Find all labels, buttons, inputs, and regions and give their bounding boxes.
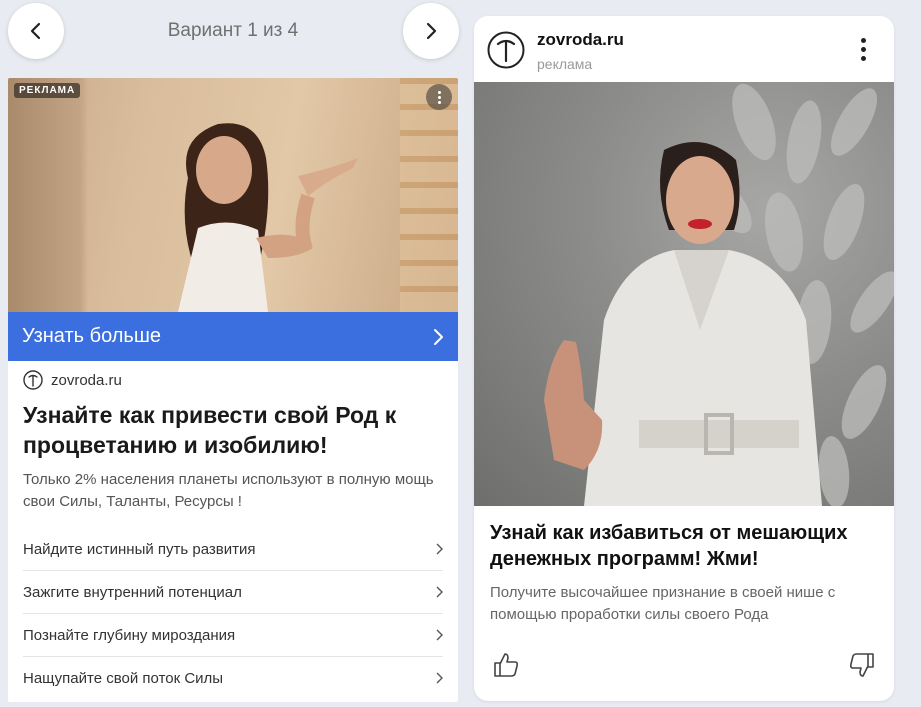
- photo-background: [8, 78, 88, 312]
- sitelink-label: Найдите истинный путь развития: [23, 540, 256, 558]
- photo-menu-button[interactable]: [426, 84, 452, 110]
- woman-figure: [178, 123, 358, 312]
- ad-photo[interactable]: [474, 82, 894, 506]
- chevron-right-icon: [436, 543, 443, 555]
- ad-title[interactable]: Узнайте как привести свой Род к процвета…: [8, 390, 458, 460]
- chevron-right-icon: [436, 672, 443, 684]
- sitelink[interactable]: Найдите истинный путь развития: [23, 528, 443, 571]
- chevron-right-icon: [426, 22, 437, 40]
- thumbs-down-icon[interactable]: [848, 651, 876, 679]
- right-ad-card[interactable]: zovroda.ru реклама Узнай как избавиться …: [474, 16, 894, 701]
- left-ad-card[interactable]: РЕКЛАМА Узнать больше zovroda.ru Узнайте…: [8, 78, 458, 702]
- next-variant-button[interactable]: [403, 3, 459, 59]
- sitelink[interactable]: Нащупайте свой поток Силы: [23, 657, 443, 699]
- chevron-right-icon: [436, 586, 443, 598]
- ad-domain[interactable]: zovroda.ru: [537, 30, 624, 50]
- sitelink-label: Зажгите внутренний потенциал: [23, 583, 242, 601]
- ad-header: zovroda.ru реклама: [474, 16, 894, 82]
- cta-label: Узнать больше: [22, 325, 162, 347]
- ad-photo[interactable]: РЕКЛАМА: [8, 78, 458, 312]
- woman-figure: [544, 142, 822, 506]
- sitelink-label: Познайте глубину мироздания: [23, 626, 236, 644]
- more-vertical-icon[interactable]: [861, 38, 866, 61]
- ad-label: реклама: [537, 56, 593, 72]
- t-logo-icon: [23, 370, 43, 390]
- chevron-right-icon: [434, 328, 443, 345]
- t-logo-icon: [487, 31, 525, 69]
- ad-description: Только 2% населения планеты используют в…: [23, 471, 434, 510]
- photo-pattern: [400, 78, 458, 312]
- ad-title[interactable]: Узнай как избавиться от мешающих денежны…: [474, 506, 894, 572]
- domain-text: zovroda.ru: [51, 371, 122, 389]
- ad-domain[interactable]: zovroda.ru: [8, 361, 458, 390]
- ad-badge: РЕКЛАМА: [14, 83, 81, 98]
- ad-description: Получите высочайшее признание в своей ни…: [490, 584, 836, 623]
- sitelinks: Найдите истинный путь развития Зажгите в…: [8, 528, 458, 699]
- chevron-right-icon: [436, 629, 443, 641]
- thumbs-up-icon[interactable]: [492, 651, 520, 679]
- sitelink[interactable]: Зажгите внутренний потенциал: [23, 571, 443, 614]
- learn-more-button[interactable]: Узнать больше: [8, 312, 458, 361]
- variant-counter: Вариант 1 из 4: [167, 20, 299, 41]
- sitelink-label: Нащупайте свой поток Силы: [23, 669, 224, 687]
- sitelink[interactable]: Познайте глубину мироздания: [23, 614, 443, 657]
